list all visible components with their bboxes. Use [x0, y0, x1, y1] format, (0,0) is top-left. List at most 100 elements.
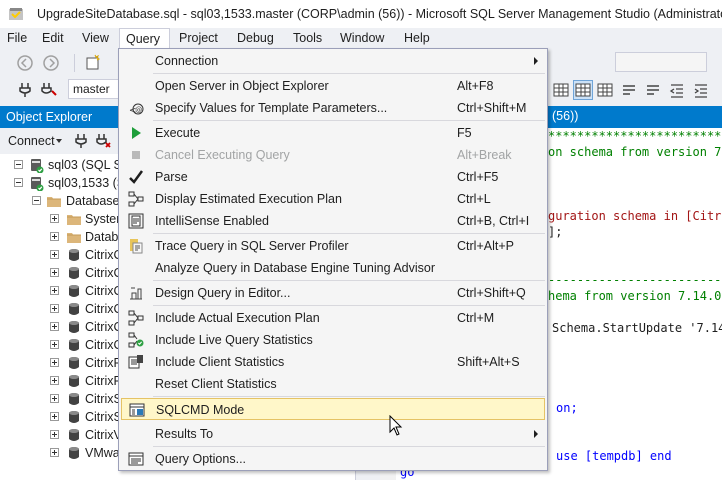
comment-icon[interactable]: [620, 81, 638, 99]
intellisense-icon: [128, 213, 144, 229]
menu-separator: [153, 120, 545, 121]
database-icon: [69, 267, 79, 279]
menu-item-reset-client-statistics[interactable]: Reset Client Statistics: [121, 373, 545, 395]
menu-separator: [153, 73, 545, 74]
decrease-indent-icon[interactable]: [668, 81, 686, 99]
collapse-icon[interactable]: [32, 196, 41, 205]
expand-icon[interactable]: [50, 394, 59, 403]
expand-icon[interactable]: [50, 340, 59, 349]
database-icon: [69, 303, 79, 315]
expand-icon[interactable]: [50, 214, 59, 223]
menu-item-specify-values-for-template-parameters[interactable]: < @ Specify Values for Template Parameters…: [121, 97, 545, 119]
ssms-app-icon: [9, 8, 23, 20]
menu-debug[interactable]: Debug: [231, 28, 280, 49]
mouse-cursor-icon: [389, 415, 403, 436]
back-icon[interactable]: [16, 54, 34, 72]
cancel-icon: [132, 151, 140, 159]
connect-icon[interactable]: [16, 81, 34, 99]
expand-icon[interactable]: [50, 232, 59, 241]
folder-icon: [47, 197, 61, 207]
menu-tools[interactable]: Tools: [287, 28, 328, 49]
expand-icon[interactable]: [50, 304, 59, 313]
code-line: use [tempdb] end: [556, 449, 672, 463]
menu-item-query-options[interactable]: Query Options...: [121, 448, 545, 470]
tree-node-label: CitrixV: [85, 428, 122, 442]
menu-item-open-server-in-object-explorer[interactable]: Open Server in Object Explorer Alt+F8: [121, 75, 545, 97]
folder-icon: [67, 233, 81, 243]
menu-window[interactable]: Window: [334, 28, 390, 49]
design-query-icon: [130, 287, 142, 300]
chevron-down-icon[interactable]: [56, 139, 62, 143]
menu-view[interactable]: View: [76, 28, 115, 49]
expand-icon[interactable]: [50, 358, 59, 367]
code-line: ************************: [548, 129, 722, 143]
increase-indent-icon[interactable]: [692, 81, 710, 99]
menu-item-display-estimated-execution-plan[interactable]: Display Estimated Execution Plan Ctrl+L: [121, 188, 545, 210]
menu-file[interactable]: File: [1, 28, 33, 49]
menu-item-include-actual-execution-plan[interactable]: Include Actual Execution Plan Ctrl+M: [121, 307, 545, 329]
expand-icon[interactable]: [50, 412, 59, 421]
expand-icon[interactable]: [50, 430, 59, 439]
results-to-grid-icon[interactable]: [573, 80, 593, 100]
expand-icon[interactable]: [50, 322, 59, 331]
menu-item-label: Design Query in Editor...: [155, 286, 291, 300]
menu-item-include-live-query-statistics[interactable]: Include Live Query Statistics: [121, 329, 545, 351]
title-bar: UpgradeSiteDatabase.sql - sql03,1533.mas…: [0, 0, 722, 28]
menu-item-shortcut: Ctrl+L: [457, 192, 491, 206]
menu-item-sqlcmd-mode[interactable]: SQLCMD Mode: [121, 398, 545, 420]
results-to-file-icon[interactable]: [596, 81, 614, 99]
disconnect-icon[interactable]: [94, 132, 112, 150]
tree-node-label: Databases: [66, 194, 126, 208]
svg-text:@: @: [135, 106, 142, 114]
connect-dropdown[interactable]: Connect: [8, 134, 55, 148]
forward-icon[interactable]: [42, 54, 60, 72]
collapse-icon[interactable]: [14, 178, 23, 187]
menu-item-design-query-in-editor[interactable]: Design Query in Editor... Ctrl+Shift+Q: [121, 282, 545, 304]
menu-item-label: Analyze Query in Database Engine Tuning …: [155, 261, 436, 275]
tree-node-label: CitrixC: [85, 302, 123, 316]
menu-item-label: Specify Values for Template Parameters..…: [155, 101, 388, 115]
menu-item-analyze-query-in-database-engine-tuning-advisor[interactable]: Analyze Query in Database Engine Tuning …: [121, 257, 545, 279]
expand-icon[interactable]: [50, 268, 59, 277]
tree-node-label: CitrixS: [85, 392, 122, 406]
tree-node-label: CitrixC: [85, 266, 123, 280]
expand-icon[interactable]: [50, 286, 59, 295]
database-icon: [69, 321, 79, 333]
tree-node-label: CitrixC: [85, 320, 123, 334]
submenu-arrow-icon: [534, 430, 538, 438]
solution-configuration-combo[interactable]: [615, 52, 707, 72]
menu-edit[interactable]: Edit: [36, 28, 70, 49]
menu-item-execute[interactable]: Execute F5: [121, 122, 545, 144]
execute-icon: [132, 127, 141, 139]
results-to-text-icon[interactable]: [552, 81, 570, 99]
menu-query[interactable]: Query: [119, 28, 170, 49]
expand-icon[interactable]: [50, 448, 59, 457]
new-project-icon[interactable]: [84, 54, 102, 72]
menu-item-connection[interactable]: Connection: [121, 50, 545, 72]
connect-icon[interactable]: [72, 132, 90, 150]
menu-separator: [153, 280, 545, 281]
database-icon: [69, 411, 79, 423]
code-line: Schema.StartUpdate '7.14.: [552, 321, 722, 335]
available-databases-combo[interactable]: master: [68, 79, 120, 99]
collapse-icon[interactable]: [14, 160, 23, 169]
menu-item-include-client-statistics[interactable]: Include Client Statistics Shift+Alt+S: [121, 351, 545, 373]
menu-item-shortcut: F5: [457, 126, 472, 140]
change-connection-icon[interactable]: [40, 81, 58, 99]
tree-node-label: CitrixP: [85, 356, 122, 370]
menu-project[interactable]: Project: [173, 28, 224, 49]
expand-icon[interactable]: [50, 250, 59, 259]
menu-item-intellisense-enabled[interactable]: IntelliSense Enabled Ctrl+B, Ctrl+I: [121, 210, 545, 232]
menu-item-parse[interactable]: Parse Ctrl+F5: [121, 166, 545, 188]
menu-item-trace-query-in-sql-server-profiler[interactable]: Trace Query in SQL Server Profiler Ctrl+A…: [121, 235, 545, 257]
sqlcmd-icon: [129, 403, 145, 417]
uncomment-icon[interactable]: [644, 81, 662, 99]
folder-icon: [67, 215, 81, 225]
profiler-icon: [130, 239, 143, 254]
menu-item-label: Execute: [155, 126, 201, 140]
database-icon: [69, 393, 79, 405]
menu-help[interactable]: Help: [398, 28, 436, 49]
menu-item-label: Query Options...: [155, 452, 247, 466]
menu-item-results-to[interactable]: Results To: [121, 423, 545, 445]
expand-icon[interactable]: [50, 376, 59, 385]
